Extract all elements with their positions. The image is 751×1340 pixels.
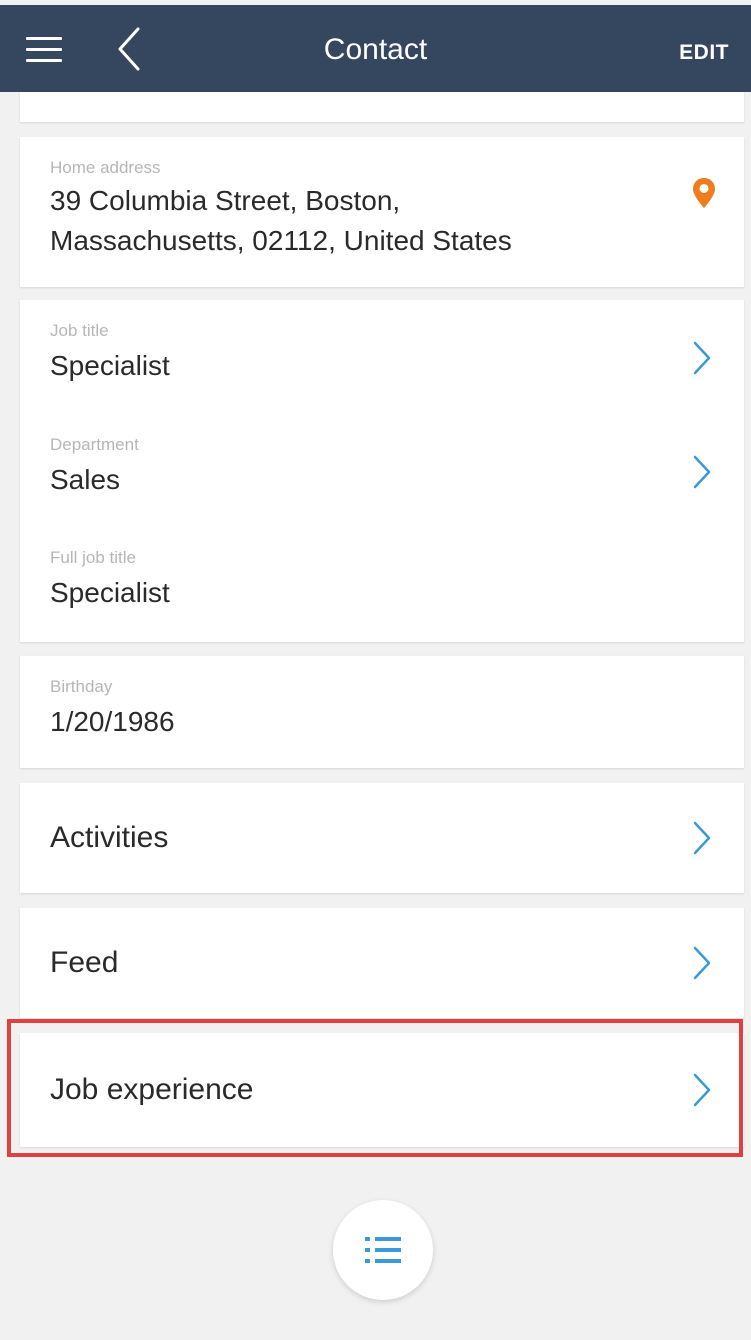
birthday-value: 1/20/1986 <box>50 706 175 737</box>
department-value: Sales <box>50 464 121 495</box>
birthday-label: Birthday <box>50 677 113 696</box>
full-job-title-value: Specialist <box>50 577 170 608</box>
list-icon <box>365 1237 401 1263</box>
chevron-right-icon <box>693 1073 711 1107</box>
chevron-right-icon[interactable] <box>692 454 712 490</box>
birthday-field: Birthday 1/20/1986 <box>50 676 664 742</box>
full-job-title-field: Full job title Specialist <box>50 547 664 613</box>
activities-label: Activities <box>50 821 169 854</box>
job-title-label: Job title <box>50 321 109 340</box>
job-experience-item[interactable]: Job experience <box>20 1033 744 1147</box>
job-experience-label: Job experience <box>50 1073 254 1106</box>
chevron-right-icon <box>693 946 711 980</box>
map-pin-icon[interactable] <box>692 177 716 209</box>
edit-button[interactable]: EDIT <box>679 41 729 65</box>
chevron-right-icon[interactable] <box>692 340 712 376</box>
previous-card <box>20 92 744 122</box>
job-card: Job title Specialist Department Sales Fu… <box>20 300 744 642</box>
full-job-title-label: Full job title <box>50 548 136 567</box>
home-address-field: Home address 39 Columbia Street, Boston,… <box>50 157 644 261</box>
home-address-line1: 39 Columbia Street, Boston, <box>50 185 401 216</box>
feed-item[interactable]: Feed <box>20 908 744 1018</box>
list-menu-button[interactable] <box>333 1200 433 1300</box>
department-field[interactable]: Department Sales <box>50 434 664 500</box>
feed-label: Feed <box>50 946 119 979</box>
home-address-card: Home address 39 Columbia Street, Boston,… <box>20 137 744 287</box>
top-bar: Contact EDIT <box>0 5 751 92</box>
job-title-field[interactable]: Job title Specialist <box>50 320 664 386</box>
page-title: Contact <box>323 33 428 66</box>
home-address-line2: Massachusetts, 02112, United States <box>50 225 512 256</box>
job-title-value: Specialist <box>50 350 170 381</box>
department-label: Department <box>50 435 139 454</box>
chevron-right-icon <box>693 821 711 855</box>
activities-item[interactable]: Activities <box>20 783 744 893</box>
home-address-label: Home address <box>50 158 161 177</box>
birthday-card: Birthday 1/20/1986 <box>20 656 744 768</box>
